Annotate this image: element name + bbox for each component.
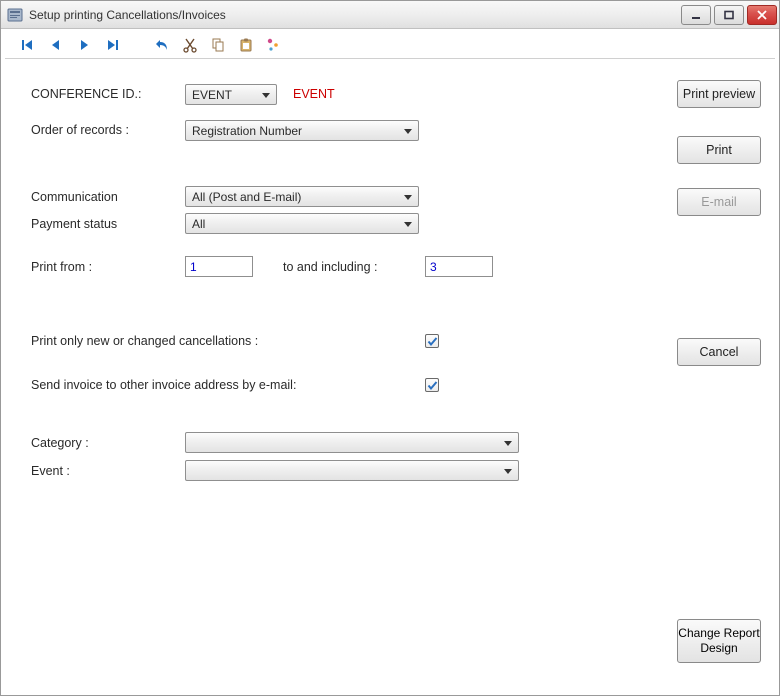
window-title: Setup printing Cancellations/Invoices <box>29 8 681 22</box>
minimize-button[interactable] <box>681 5 711 25</box>
communication-label: Communication <box>31 190 118 204</box>
communication-select[interactable]: All (Post and E-mail) <box>185 186 419 207</box>
copy-icon[interactable] <box>209 36 227 54</box>
event-select[interactable] <box>185 460 519 481</box>
category-label: Category : <box>31 436 89 450</box>
order-of-records-value: Registration Number <box>192 124 302 138</box>
undo-icon[interactable] <box>153 36 171 54</box>
nav-last-icon[interactable] <box>103 36 121 54</box>
app-icon <box>7 7 23 23</box>
window-buttons <box>681 5 777 25</box>
content-area: Print preview Print E-mail Cancel Change… <box>5 61 775 691</box>
payment-status-select[interactable]: All <box>185 213 419 234</box>
payment-status-value: All <box>192 217 205 231</box>
close-button[interactable] <box>747 5 777 25</box>
paste-icon[interactable] <box>237 36 255 54</box>
sort-icon[interactable] <box>265 36 283 54</box>
communication-value: All (Post and E-mail) <box>192 190 301 204</box>
toolbar <box>5 31 775 59</box>
order-of-records-label: Order of records : <box>31 123 129 137</box>
only-new-checkbox[interactable] <box>425 334 439 348</box>
to-including-label: to and including : <box>283 260 378 274</box>
maximize-button[interactable] <box>714 5 744 25</box>
print-button[interactable]: Print <box>677 136 761 164</box>
conference-id-value: EVENT <box>192 88 232 102</box>
cut-icon[interactable] <box>181 36 199 54</box>
send-invoice-checkbox[interactable] <box>425 378 439 392</box>
event-label: Event : <box>31 464 70 478</box>
nav-first-icon[interactable] <box>19 36 37 54</box>
print-from-label: Print from : <box>31 260 92 274</box>
category-select[interactable] <box>185 432 519 453</box>
cancel-button[interactable]: Cancel <box>677 338 761 366</box>
print-preview-button[interactable]: Print preview <box>677 80 761 108</box>
conference-id-select[interactable]: EVENT <box>185 84 277 105</box>
conference-id-label: CONFERENCE ID.: <box>31 87 141 101</box>
conference-id-side-label: EVENT <box>293 87 335 101</box>
only-new-label: Print only new or changed cancellations … <box>31 334 258 348</box>
nav-prev-icon[interactable] <box>47 36 65 54</box>
change-report-design-button[interactable]: Change Report Design <box>677 619 761 663</box>
order-of-records-select[interactable]: Registration Number <box>185 120 419 141</box>
titlebar: Setup printing Cancellations/Invoices <box>1 1 779 29</box>
email-button[interactable]: E-mail <box>677 188 761 216</box>
print-from-input[interactable] <box>185 256 253 277</box>
nav-next-icon[interactable] <box>75 36 93 54</box>
payment-status-label: Payment status <box>31 217 117 231</box>
to-including-input[interactable] <box>425 256 493 277</box>
send-invoice-label: Send invoice to other invoice address by… <box>31 378 296 392</box>
